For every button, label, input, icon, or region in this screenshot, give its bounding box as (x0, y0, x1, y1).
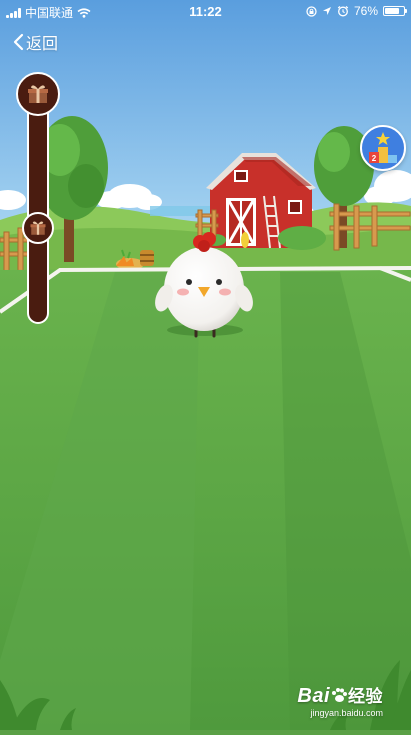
battery-level (385, 8, 399, 14)
leaderboard-button[interactable]: 2 (360, 125, 406, 171)
watermark: Bai 经验 jingyan.baidu.com (297, 682, 383, 718)
watermark-brand-latin: Bai (297, 685, 330, 707)
status-right: 76% (306, 4, 407, 18)
gift-box-icon (30, 221, 46, 235)
back-label: 返回 (26, 36, 59, 53)
status-bar: 中国联通 11:22 76% (0, 0, 411, 22)
location-arrow-icon (322, 7, 331, 15)
chevron-left-icon (13, 33, 24, 51)
podium-star-icon: 2 (369, 132, 397, 163)
battery-icon (383, 6, 407, 16)
corn (241, 232, 249, 248)
back-button[interactable]: 返回 (12, 30, 58, 54)
watermark-brand-cn: 经验 (348, 687, 383, 706)
watermark-logo: Bai 经验 (297, 682, 383, 708)
game-scene (0, 0, 411, 730)
reward-node-top[interactable] (16, 72, 60, 116)
watermark-url: jingyan.baidu.com (310, 708, 383, 718)
battery-percent: 76% (353, 4, 378, 18)
alarm-icon (337, 5, 349, 17)
bush (278, 226, 326, 250)
reward-node-middle[interactable] (22, 212, 54, 244)
gift-box-icon (28, 85, 48, 103)
farm-background (0, 0, 411, 730)
paw-icon (332, 688, 347, 702)
podium-rank-label: 2 (372, 154, 377, 163)
screen-lock-icon (306, 5, 317, 17)
